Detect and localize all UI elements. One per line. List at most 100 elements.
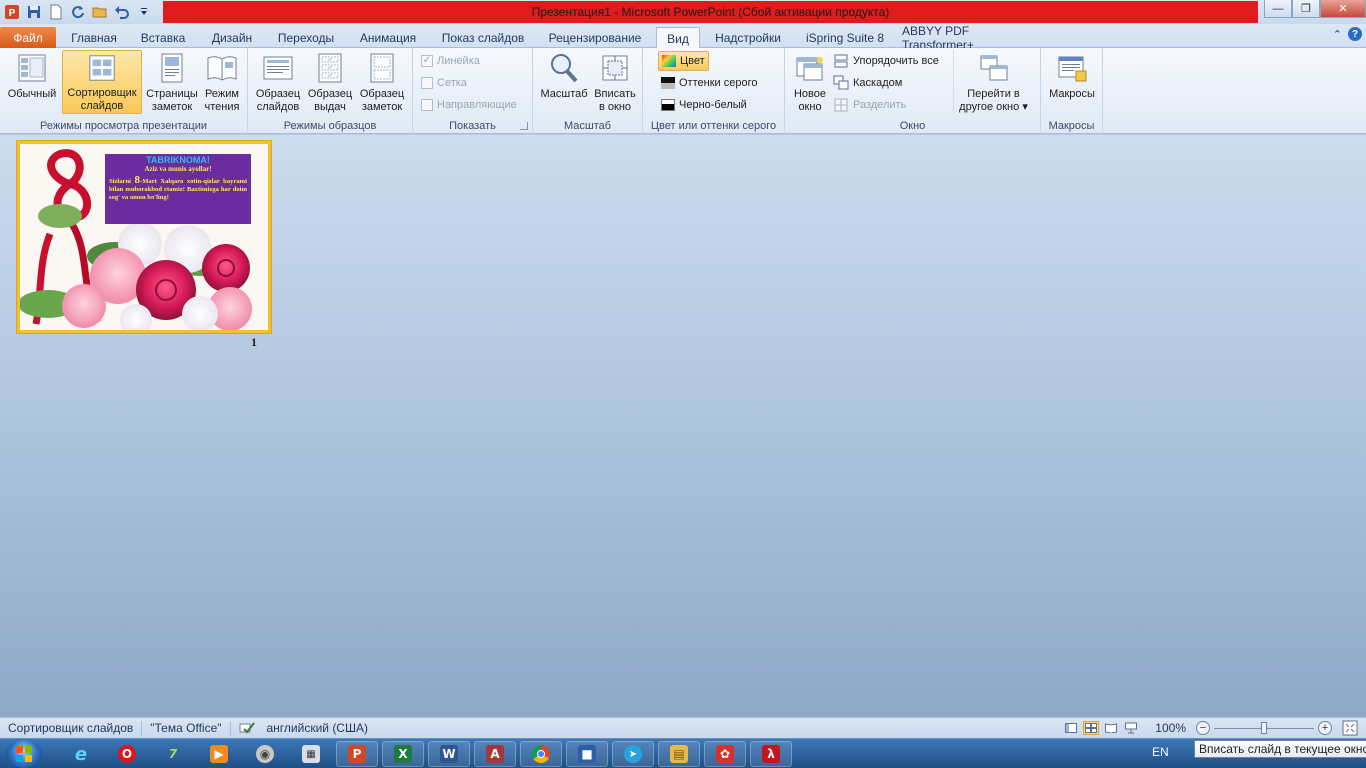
new-window-button[interactable]: Новое окно [789, 50, 831, 114]
fit-to-window-button[interactable]: Вписать в окно [591, 50, 639, 114]
ruler-checkbox[interactable]: ✓ Линейка [421, 51, 480, 71]
split-button[interactable]: Разделить [833, 95, 906, 115]
ribbon-tabs: Файл Главная Вставка Дизайн Переходы Ани… [0, 24, 1366, 52]
split-label: Разделить [853, 99, 907, 111]
group-zoom: Масштаб Вписать в окно Масштаб [533, 48, 643, 134]
tab-file[interactable]: Файл [0, 27, 56, 48]
grid-checkbox[interactable]: Сетка [421, 73, 467, 93]
zoom-thumb[interactable] [1261, 722, 1267, 734]
normal-view-icon [18, 54, 46, 82]
black-white-button[interactable]: Черно-белый [661, 95, 747, 115]
tab-review[interactable]: Рецензирование [540, 27, 650, 48]
tab-addins[interactable]: Надстройки [708, 27, 788, 48]
undo-icon[interactable] [112, 2, 132, 22]
cascade-button[interactable]: Каскадом [833, 73, 902, 93]
minimize-button[interactable]: — [1264, 0, 1292, 18]
tab-insert[interactable]: Вставка [134, 27, 192, 48]
grid-check-icon [421, 77, 433, 89]
slide-body: Sizlarni 8-Mart Xalqaro xotin-qizlar bay… [109, 174, 247, 202]
slide-sorter-button[interactable]: Сортировщик слайдов [62, 50, 142, 114]
help-icon[interactable]: ? [1348, 27, 1362, 41]
switch-windows-button[interactable]: Перейти в другое окно ▾ [953, 50, 1033, 114]
switch-windows-icon [980, 55, 1007, 81]
maximize-button[interactable]: ❐ [1292, 0, 1320, 18]
zoom-button[interactable]: Масштаб [537, 50, 591, 114]
excel-icon[interactable]: X [382, 741, 424, 767]
handout-master-button[interactable]: Образец выдач [304, 50, 356, 114]
slide-text-box: TABRIKNOMA! Aziz va munis ayollar! Sizla… [105, 154, 251, 224]
macros-button[interactable]: Макросы [1045, 50, 1099, 114]
status-language[interactable]: английский (США) [259, 721, 376, 736]
fit-slide-icon[interactable] [1342, 720, 1360, 736]
normal-view-icon[interactable] [1063, 721, 1079, 735]
mail-app-icon[interactable]: ✿ [704, 741, 746, 767]
ribbon: Обычный Сортировщик слайдов Страницы зам… [0, 48, 1366, 134]
guides-label: Направляющие [437, 99, 517, 111]
status-theme[interactable]: "Тема Office" [142, 720, 231, 736]
slide-master-button[interactable]: Образец слайдов [252, 50, 304, 114]
tab-slideshow[interactable]: Показ слайдов [434, 27, 532, 48]
notes-master-button[interactable]: Образец заметок [356, 50, 408, 114]
language-indicator[interactable]: EN [1152, 745, 1169, 759]
new-document-icon[interactable] [46, 2, 66, 22]
access-icon[interactable]: A [474, 741, 516, 767]
slide-sorter-icon[interactable] [1083, 721, 1100, 735]
dialog-launcher-icon[interactable] [520, 122, 528, 130]
cascade-label: Каскадом [853, 77, 903, 89]
ribbon-collapse-icon[interactable]: ⌃ [1333, 28, 1342, 41]
tab-transitions[interactable]: Переходы [270, 27, 342, 48]
slideshow-icon[interactable] [1123, 721, 1139, 735]
reading-view-icon[interactable] [1103, 721, 1119, 735]
telegram-icon[interactable]: ➤ [612, 741, 654, 767]
zoom-slider[interactable] [1214, 721, 1314, 735]
group-label-views: Режимы просмотра презентации [39, 120, 208, 132]
tab-home[interactable]: Главная [64, 27, 124, 48]
color-button[interactable]: Цвет [658, 51, 709, 71]
guides-checkbox[interactable]: Направляющие [421, 95, 517, 115]
file-explorer-icon[interactable]: ▤ [658, 741, 700, 767]
dropdown-icon[interactable] [134, 2, 154, 22]
close-button[interactable]: ✕ [1320, 0, 1366, 18]
media-player-icon[interactable]: ▶ [198, 741, 240, 767]
chrome-icon[interactable] [520, 741, 562, 767]
powerpoint-taskbar-icon[interactable]: P [336, 741, 378, 767]
tab-abbyy[interactable]: ABBYY PDF Transformer+ [902, 24, 1044, 52]
zoom-out-icon[interactable]: − [1196, 721, 1210, 735]
status-view[interactable]: Сортировщик слайдов [0, 720, 143, 736]
tab-animation[interactable]: Анимация [352, 27, 424, 48]
spelling-icon[interactable] [231, 721, 259, 736]
word-icon[interactable]: W [428, 741, 470, 767]
calculator-icon[interactable]: ▦ [290, 741, 332, 767]
notes-master-label: Образец заметок [359, 88, 405, 113]
tab-view[interactable]: Вид [656, 27, 700, 49]
opera-icon[interactable]: O [106, 741, 148, 767]
notes-page-button[interactable]: Страницы заметок [144, 50, 200, 114]
normal-view-label: Обычный [7, 88, 57, 100]
refresh-icon[interactable] [68, 2, 88, 22]
normal-view-button[interactable]: Обычный [4, 50, 60, 114]
slide-title: TABRIKNOMA! [146, 155, 210, 165]
reading-view-icon [207, 56, 237, 81]
group-label-window: Окно [899, 120, 926, 132]
tab-design[interactable]: Дизайн [202, 27, 262, 48]
windows-start-icon[interactable] [6, 740, 42, 768]
save-icon[interactable] [24, 2, 44, 22]
zoom-level[interactable]: 100% [1155, 721, 1186, 735]
7zip-icon[interactable]: 7 [152, 741, 194, 767]
open-folder-icon[interactable] [90, 2, 110, 22]
paint-icon[interactable]: ◉ [244, 741, 286, 767]
internet-explorer-icon[interactable]: e [60, 741, 102, 767]
tab-ispring[interactable]: iSpring Suite 8 [798, 27, 892, 48]
grayscale-button[interactable]: Оттенки серого [661, 73, 757, 93]
reading-view-button[interactable]: Режим чтения [200, 50, 244, 114]
acrobat-icon[interactable]: λ [750, 741, 792, 767]
floppy-save-icon[interactable]: ■ [566, 741, 608, 767]
arrange-all-button[interactable]: Упорядочить все [833, 51, 939, 71]
split-icon [834, 98, 848, 112]
powerpoint-icon[interactable]: P [2, 2, 22, 22]
slide-sorter-area[interactable]: TABRIKNOMA! Aziz va munis ayollar! Sizla… [0, 135, 1366, 717]
zoom-in-icon[interactable]: + [1318, 721, 1332, 735]
slide-thumbnail-1[interactable]: TABRIKNOMA! Aziz va munis ayollar! Sizla… [17, 141, 271, 336]
black-white-label: Черно-белый [679, 99, 747, 111]
notes-page-icon [161, 53, 183, 83]
